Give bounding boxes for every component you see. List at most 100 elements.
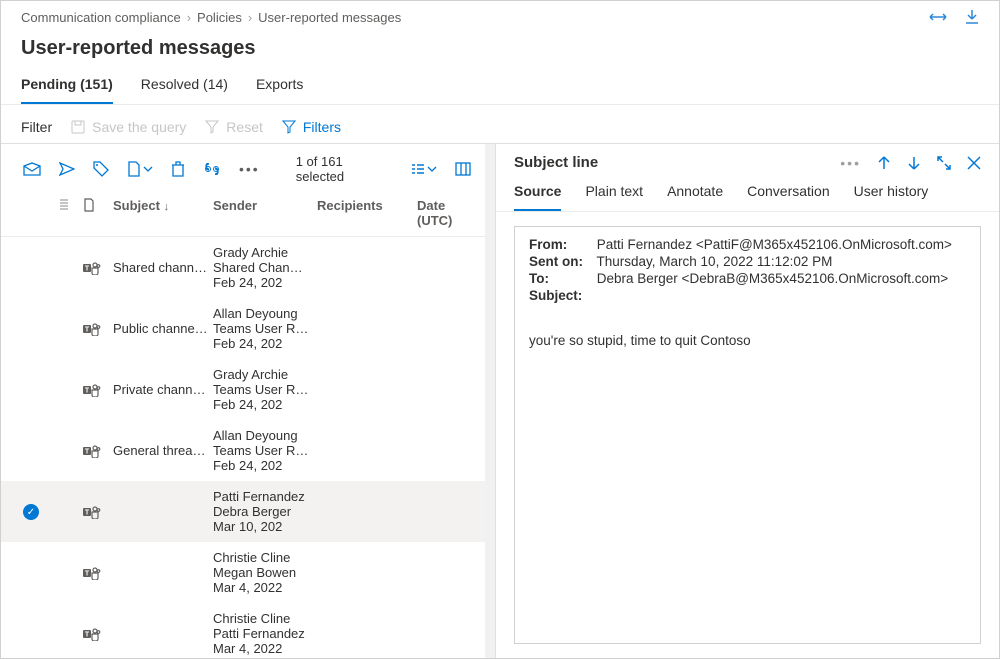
- cell-recipients: Debra Berger Mar 10, 202: [213, 504, 313, 534]
- sent-value: Thursday, March 10, 2022 11:12:02 PM: [597, 254, 833, 269]
- table-row[interactable]: T Shared channel su…Grady Archie Shared C…: [1, 237, 485, 298]
- cell-sender: Allan Deyoung Teams User Reporti…Feb 24,…: [213, 306, 317, 351]
- scrollbar[interactable]: [485, 144, 495, 658]
- table-row[interactable]: TChristie Cline Patti Fernandez Mar 4, 2…: [1, 603, 485, 658]
- detail-tab-plain[interactable]: Plain text: [585, 183, 643, 211]
- new-item-icon[interactable]: [127, 161, 153, 177]
- filter-button[interactable]: Filter: [21, 119, 52, 135]
- cell-recipients: Shared Channel Tes…: [213, 260, 313, 275]
- detail-tab-history[interactable]: User history: [854, 183, 929, 211]
- next-item-icon[interactable]: [907, 156, 921, 170]
- reset-label: Reset: [226, 119, 263, 135]
- subject-label: Subject:: [529, 288, 593, 303]
- cell-date: Mar 4, 2022: [213, 641, 309, 656]
- save-query-label: Save the query: [92, 119, 186, 135]
- teams-icon: T: [83, 566, 113, 580]
- column-headers: Subject ↓ Sender Recipients Date (UTC): [1, 192, 485, 237]
- teams-icon: T: [83, 383, 113, 397]
- cell-recipients: Teams User Reporti…: [213, 443, 313, 458]
- more-icon[interactable]: •••: [840, 155, 861, 171]
- delete-icon[interactable]: [171, 161, 185, 177]
- chevron-right-icon: ›: [248, 10, 252, 25]
- svg-text:T: T: [85, 387, 90, 394]
- table-row[interactable]: ✓ T Patti Fernandez Debra Berger Mar 10, 2…: [1, 481, 485, 542]
- cell-date: Mar 4, 2022: [213, 580, 309, 595]
- crumb-policies[interactable]: Policies: [197, 10, 242, 25]
- cell-recipients: Teams User Reporti…: [213, 382, 313, 397]
- link-icon[interactable]: [203, 163, 221, 175]
- svg-text:T: T: [85, 631, 90, 638]
- chevron-right-icon: ›: [187, 10, 191, 25]
- cell-recipients: Patti Fernandez Mar 4, 2022: [213, 626, 313, 656]
- tabs: Pending (151) Resolved (14) Exports: [1, 60, 999, 105]
- reset-icon: [204, 119, 220, 135]
- tab-pending[interactable]: Pending (151): [21, 76, 113, 104]
- filters-label: Filters: [303, 119, 341, 135]
- crumb-current: User-reported messages: [258, 10, 401, 25]
- svg-text:T: T: [85, 570, 90, 577]
- save-query-button: Save the query: [70, 119, 186, 135]
- detail-tab-conversation[interactable]: Conversation: [747, 183, 830, 211]
- selection-count: 1 of 161 selected: [296, 154, 387, 184]
- reorder-icon[interactable]: [59, 198, 83, 210]
- document-type-header-icon[interactable]: [83, 198, 113, 212]
- reset-button: Reset: [204, 119, 263, 135]
- svg-text:T: T: [85, 509, 90, 516]
- list-toolbar: ••• 1 of 161 selected: [1, 144, 485, 192]
- from-label: From:: [529, 237, 593, 252]
- table-row[interactable]: T General thread sub…Allan Deyoung Teams …: [1, 420, 485, 481]
- svg-text:T: T: [85, 448, 90, 455]
- chevron-down-icon: [427, 164, 437, 174]
- svg-text:T: T: [85, 265, 90, 272]
- cell-sender: Christie Cline Megan Bowen Mar 4, 2022: [213, 550, 317, 595]
- header-subject[interactable]: Subject ↓: [113, 198, 213, 228]
- sort-down-icon: ↓: [164, 201, 170, 213]
- detail-tab-annotate[interactable]: Annotate: [667, 183, 723, 211]
- cell-subject: General thread sub…: [113, 443, 213, 458]
- chevron-down-icon: [143, 164, 153, 174]
- cell-recipients: Teams User Reporti…: [213, 321, 313, 336]
- group-icon[interactable]: [411, 163, 437, 175]
- close-icon[interactable]: [967, 156, 981, 170]
- cell-date: Mar 10, 202: [213, 519, 309, 534]
- maximize-icon[interactable]: [937, 156, 951, 170]
- to-value: Debra Berger <DebraB@M365x452106.OnMicro…: [597, 271, 948, 286]
- cell-sender: Grady Archie Shared Channel Tes…Feb 24, …: [213, 245, 317, 290]
- download-icon[interactable]: [965, 9, 979, 25]
- from-value: Patti Fernandez <PattiF@M365x452106.OnMi…: [597, 237, 952, 252]
- svg-text:T: T: [85, 326, 90, 333]
- teams-icon: T: [83, 627, 113, 641]
- crumb-root[interactable]: Communication compliance: [21, 10, 181, 25]
- expand-icon[interactable]: [929, 10, 947, 24]
- detail-tabs: Source Plain text Annotate Conversation …: [496, 171, 999, 212]
- detail-title: Subject line: [514, 154, 598, 171]
- more-overflow-icon[interactable]: •••: [239, 161, 260, 177]
- table-row[interactable]: TPrivate channel sub…Grady Archie Teams …: [1, 359, 485, 420]
- tab-exports[interactable]: Exports: [256, 76, 303, 104]
- teams-icon: T: [83, 444, 113, 458]
- columns-icon[interactable]: [455, 162, 471, 176]
- tag-icon[interactable]: [93, 161, 109, 177]
- cell-date: Feb 24, 202: [213, 397, 313, 412]
- message-list: T Shared channel su…Grady Archie Shared C…: [1, 237, 485, 658]
- detail-tab-source[interactable]: Source: [514, 183, 561, 211]
- checked-icon[interactable]: ✓: [23, 504, 39, 520]
- header-subject-label: Subject: [113, 198, 160, 213]
- table-row[interactable]: T Christie Cline Megan Bowen Mar 4, 2022: [1, 542, 485, 603]
- cell-subject: Private channel sub…: [113, 382, 213, 397]
- teams-icon: T: [83, 322, 113, 336]
- cell-subject: Shared channel su…: [113, 260, 213, 275]
- mail-open-icon[interactable]: [23, 162, 41, 176]
- cell-sender: Allan Deyoung Teams User Reporti…Feb 24,…: [213, 428, 317, 473]
- tab-resolved[interactable]: Resolved (14): [141, 76, 228, 104]
- to-label: To:: [529, 271, 593, 286]
- table-row[interactable]: TPublic channel subj…Allan Deyoung Teams…: [1, 298, 485, 359]
- header-date[interactable]: Date (UTC): [417, 198, 473, 228]
- header-recipients[interactable]: Recipients: [317, 198, 417, 228]
- save-icon: [70, 119, 86, 135]
- header-sender[interactable]: Sender: [213, 198, 317, 228]
- send-icon[interactable]: [59, 162, 75, 176]
- prev-item-icon[interactable]: [877, 156, 891, 170]
- cell-sender: Patti Fernandez Debra Berger Mar 10, 202: [213, 489, 317, 534]
- filters-button[interactable]: Filters: [281, 119, 341, 135]
